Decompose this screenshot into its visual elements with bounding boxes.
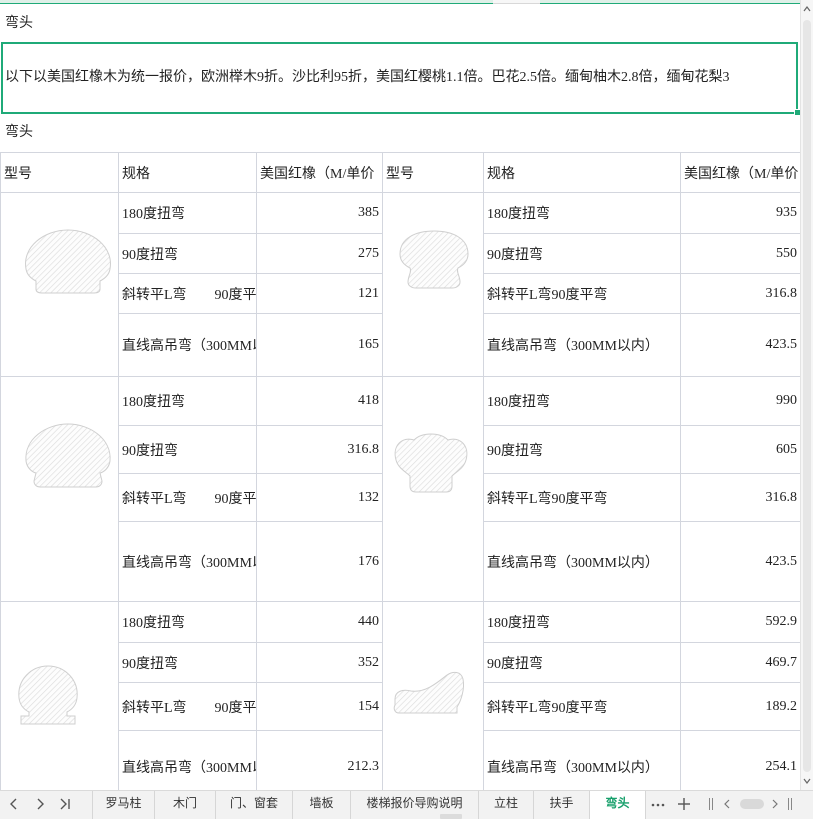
price-cell[interactable]: 132 — [256, 473, 383, 522]
handrail-profile-icon[interactable] — [20, 227, 116, 295]
spec-cell[interactable]: 180度扭弯 — [483, 192, 681, 234]
table-row: 180度扭弯 385 180度扭弯 935 — [0, 192, 800, 377]
spec-cell[interactable]: 斜转平L弯 90度平 — [118, 273, 257, 314]
chevron-last-icon[interactable] — [57, 796, 73, 812]
spec-cell[interactable]: 直线高吊弯（300MM以 — [118, 730, 257, 790]
sheet-tab-wall-panel[interactable]: 墙板 — [293, 791, 351, 819]
section-title-cell[interactable]: 弯头 — [0, 114, 800, 152]
chevron-right-icon[interactable] — [32, 796, 48, 812]
model-cell[interactable] — [0, 192, 119, 377]
price-cell[interactable]: 121 — [256, 273, 383, 314]
price-cell[interactable]: 385 — [256, 192, 383, 234]
scroll-right-icon[interactable] — [770, 798, 780, 810]
header-model-right[interactable]: 型号 — [382, 152, 484, 193]
sheet-tab-wooden-door[interactable]: 木门 — [155, 791, 216, 819]
sheet-tab-roman-column[interactable]: 罗马柱 — [93, 791, 155, 819]
header-price-right[interactable]: 美国红橡（M/单价 — [680, 152, 800, 193]
handrail-profile-icon[interactable] — [20, 421, 116, 489]
vertical-scrollbar[interactable] — [800, 0, 813, 790]
spec-cell[interactable]: 直线高吊弯（300MM以 — [118, 313, 257, 377]
spec-cell[interactable]: 180度扭弯 — [118, 376, 257, 426]
price-cell[interactable]: 176 — [256, 521, 383, 602]
price-cell[interactable]: 352 — [256, 642, 383, 683]
spec-cell[interactable]: 90度扭弯 — [483, 425, 681, 474]
price-cell[interactable]: 189.2 — [680, 682, 800, 731]
model-cell[interactable] — [0, 601, 119, 790]
model-cell[interactable] — [382, 376, 484, 602]
price-cell[interactable]: 469.7 — [680, 642, 800, 683]
price-cell[interactable]: 212.3 — [256, 730, 383, 790]
spec-cell[interactable]: 90度扭弯 — [483, 233, 681, 274]
model-cell[interactable] — [382, 192, 484, 377]
chevron-left-icon[interactable] — [6, 796, 22, 812]
price-cell[interactable]: 316.8 — [680, 473, 800, 522]
price-cell[interactable]: 154 — [256, 682, 383, 731]
price-cell[interactable]: 275 — [256, 233, 383, 274]
spec-cell[interactable]: 180度扭弯 — [483, 601, 681, 643]
sheet-tabs: 罗马柱 木门 门、窗套 墙板 楼梯报价导购说明 立柱 扶手 弯头 — [92, 791, 646, 819]
spec-cell[interactable]: 90度扭弯 — [118, 642, 257, 683]
price-cell[interactable]: 423.5 — [680, 313, 800, 377]
spec-cell[interactable]: 直线高吊弯（300MM以 — [118, 521, 257, 602]
spec-cell[interactable]: 直线高吊弯（300MM以内） — [483, 521, 681, 602]
spec-cell[interactable]: 斜转平L弯90度平弯 — [483, 682, 681, 731]
horizontal-scroll-thumb[interactable] — [740, 799, 764, 809]
price-cell[interactable]: 990 — [680, 376, 800, 426]
header-row: 型号 规格 美国红橡（M/单价 型号 规格 美国红橡（M/单价 — [0, 152, 800, 193]
resize-handle[interactable] — [440, 814, 462, 819]
spec-cell[interactable]: 90度扭弯 — [118, 233, 257, 274]
handrail-profile-icon[interactable] — [390, 430, 472, 494]
price-cell[interactable]: 418 — [256, 376, 383, 426]
spec-cell[interactable]: 斜转平L弯90度平弯 — [483, 473, 681, 522]
table-row: 180度扭弯 418 180度扭弯 990 — [0, 376, 800, 602]
sheet-tab-post[interactable]: 立柱 — [479, 791, 534, 819]
price-cell[interactable]: 165 — [256, 313, 383, 377]
splitter-icon[interactable] — [708, 798, 714, 810]
price-cell[interactable]: 605 — [680, 425, 800, 474]
spec-cell[interactable]: 180度扭弯 — [118, 192, 257, 234]
price-cell[interactable]: 254.1 — [680, 730, 800, 790]
sheet-tab-door-window-frame[interactable]: 门、窗套 — [216, 791, 293, 819]
model-cell[interactable] — [0, 376, 119, 602]
spec-cell[interactable]: 直线高吊弯（300MM以内） — [483, 313, 681, 377]
selected-note-cell[interactable]: 以下以美国红橡木为统一报价，欧洲榉木9折。沙比利95折，美国红樱桃1.1倍。巴花… — [1, 42, 798, 114]
handrail-profile-icon[interactable] — [391, 669, 467, 715]
price-cell[interactable]: 440 — [256, 601, 383, 643]
price-cell[interactable]: 316.8 — [256, 425, 383, 474]
spec-cell[interactable]: 斜转平L弯90度平弯 — [483, 273, 681, 314]
sheet-tab-elbow[interactable]: 弯头 — [590, 791, 646, 819]
scroll-left-icon[interactable] — [722, 798, 732, 810]
header-model-left[interactable]: 型号 — [0, 152, 119, 193]
sheet-tab-handrail[interactable]: 扶手 — [534, 791, 590, 819]
spec-cell[interactable]: 90度扭弯 — [118, 425, 257, 474]
header-spec-left[interactable]: 规格 — [118, 152, 257, 193]
title-cell[interactable]: 弯头 — [0, 4, 800, 42]
scroll-up-icon[interactable] — [802, 4, 812, 14]
spec-cell[interactable]: 180度扭弯 — [118, 601, 257, 643]
price-cell[interactable]: 550 — [680, 233, 800, 274]
spec-cell[interactable]: 斜转平L弯 90度平 — [118, 682, 257, 731]
spec-cell[interactable]: 90度扭弯 — [483, 642, 681, 683]
header-spec-right[interactable]: 规格 — [483, 152, 681, 193]
splitter-icon[interactable] — [787, 798, 793, 810]
price-table: 型号 规格 美国红橡（M/单价 型号 规格 美国红橡（M/单价 180度扭弯 3… — [0, 152, 800, 790]
sheet-tab-bar: 罗马柱 木门 门、窗套 墙板 楼梯报价导购说明 立柱 扶手 弯头 — [0, 790, 813, 819]
ellipsis-icon[interactable] — [649, 796, 667, 812]
spec-cell[interactable]: 180度扭弯 — [483, 376, 681, 426]
vertical-scroll-thumb[interactable] — [803, 20, 811, 772]
handrail-profile-icon[interactable] — [396, 228, 472, 290]
price-cell[interactable]: 316.8 — [680, 273, 800, 314]
scroll-down-icon[interactable] — [802, 776, 812, 786]
model-cell[interactable] — [382, 601, 484, 790]
price-cell[interactable]: 423.5 — [680, 521, 800, 602]
table-row: 180度扭弯 440 180度扭弯 592.9 — [0, 601, 800, 790]
header-price-left[interactable]: 美国红橡（M/单价 — [256, 152, 383, 193]
spec-cell[interactable]: 斜转平L弯 90度平 — [118, 473, 257, 522]
spec-cell[interactable]: 直线高吊弯（300MM以内） — [483, 730, 681, 790]
price-cell[interactable]: 935 — [680, 192, 800, 234]
price-cell[interactable]: 592.9 — [680, 601, 800, 643]
spreadsheet-area[interactable]: 弯头 以下以美国红橡木为统一报价，欧洲榉木9折。沙比利95折，美国红樱桃1.1倍… — [0, 0, 800, 790]
plus-icon[interactable] — [676, 796, 692, 812]
handrail-profile-icon[interactable] — [15, 664, 81, 726]
